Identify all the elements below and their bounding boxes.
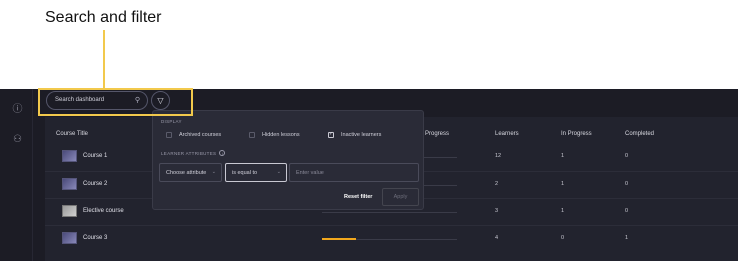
annotation-label: Search and filter [45, 9, 162, 26]
search-input[interactable]: Search dashboard ⚲ [46, 91, 148, 110]
archived-courses-checkbox[interactable]: Archived courses [166, 130, 221, 139]
progress-bar [322, 238, 457, 240]
checkbox-label: Archived courses [179, 131, 222, 138]
display-section-label: DISPLAY [161, 119, 182, 124]
progress-bar [322, 212, 457, 213]
course-title[interactable]: Course 2 [83, 181, 107, 187]
reset-filter-button[interactable]: Reset filter [344, 194, 372, 200]
inactive-learners-checkbox[interactable]: Inactive learners [328, 130, 381, 139]
table-row[interactable]: Course 3 4 0 1 [45, 225, 738, 252]
in-progress-count: 0 [561, 235, 565, 241]
apply-button[interactable]: Apply [382, 188, 419, 206]
checkbox-label: Hidden lessons [262, 131, 300, 138]
course-thumbnail [62, 205, 77, 217]
course-title[interactable]: Course 3 [83, 235, 107, 241]
checkbox-box[interactable] [328, 131, 334, 138]
learners-count: 4 [495, 235, 499, 241]
info-icon[interactable]: ⓘ [12, 104, 23, 115]
checkbox-label: Inactive learners [341, 131, 382, 138]
in-progress-count: 1 [561, 153, 565, 159]
completed-count: 0 [625, 153, 629, 159]
progress-fill [322, 238, 356, 240]
hidden-lessons-checkbox[interactable]: Hidden lessons [249, 130, 300, 139]
filter-button[interactable]: ▽ [151, 91, 170, 110]
completed-count: 0 [625, 208, 629, 214]
course-title[interactable]: Course 1 [83, 153, 107, 159]
learner-attributes-text: LEARNER ATTRIBUTES [161, 151, 217, 156]
in-progress-count: 1 [561, 208, 565, 214]
annotation-line [103, 30, 105, 89]
completed-count: 0 [625, 181, 629, 187]
users-icon[interactable]: ⚇ [12, 134, 23, 145]
filter-icon: ▽ [157, 96, 164, 105]
learner-attributes-label: LEARNER ATTRIBUTES i [161, 150, 226, 156]
operator-select-value: is equal to [232, 170, 258, 176]
checkbox-box[interactable] [166, 131, 172, 138]
course-thumbnail [62, 232, 77, 244]
side-rail: ⓘ ⚇ [0, 89, 33, 261]
attribute-select-value: Choose attribute [166, 170, 207, 176]
chevron-down-icon: ⌄ [276, 169, 281, 175]
learners-count: 3 [495, 208, 499, 214]
course-title[interactable]: Elective course [83, 208, 124, 214]
info-icon[interactable]: i [219, 150, 226, 156]
value-input[interactable]: Enter value [289, 163, 419, 182]
col-in-progress[interactable]: In Progress [561, 131, 592, 137]
learners-count: 12 [495, 153, 502, 159]
col-course-title[interactable]: Course Title [56, 131, 88, 137]
course-thumbnail [62, 178, 77, 190]
col-completed[interactable]: Completed [625, 131, 654, 137]
col-progress[interactable]: Progress [425, 131, 449, 137]
course-thumbnail [62, 150, 77, 162]
col-learners[interactable]: Learners [495, 131, 519, 137]
filter-popup: DISPLAY Archived courses Hidden lessons … [152, 110, 424, 210]
attribute-select[interactable]: Choose attribute ⌄ [159, 163, 222, 182]
checkbox-box[interactable] [249, 131, 255, 138]
search-placeholder: Search dashboard [55, 97, 105, 103]
search-icon[interactable]: ⚲ [135, 96, 140, 104]
learners-count: 2 [495, 181, 499, 187]
operator-select[interactable]: is equal to ⌄ [225, 163, 287, 182]
in-progress-count: 1 [561, 181, 565, 187]
completed-count: 1 [625, 235, 629, 241]
chevron-down-icon: ⌄ [211, 169, 216, 175]
